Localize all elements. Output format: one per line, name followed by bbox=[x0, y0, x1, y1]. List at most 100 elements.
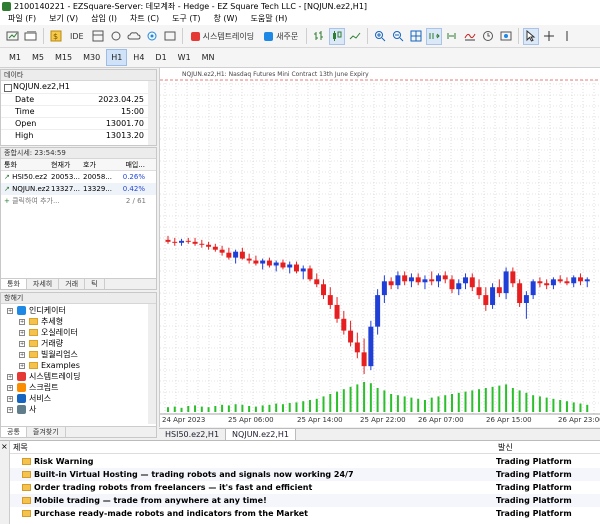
x-tick-label: 26 Apr 23:00 bbox=[558, 416, 600, 424]
new-order-button[interactable]: 새주문 bbox=[260, 28, 302, 45]
profiles-icon[interactable] bbox=[23, 28, 39, 45]
candle-body bbox=[260, 260, 266, 264]
col-symbol[interactable]: 통화 bbox=[1, 159, 51, 170]
periods-icon[interactable] bbox=[480, 28, 496, 45]
autotrading-icon bbox=[190, 31, 200, 41]
navigator-item[interactable]: + Examples bbox=[1, 360, 149, 371]
ide-button[interactable]: IDE bbox=[66, 28, 88, 45]
navigator-item[interactable]: + 인디케이터 bbox=[1, 305, 149, 316]
col-bid[interactable]: 현재가 bbox=[51, 159, 83, 170]
auto-scroll-icon[interactable] bbox=[426, 27, 443, 45]
cursor-icon[interactable] bbox=[523, 27, 540, 45]
expand-icon[interactable]: + bbox=[7, 308, 13, 314]
navigator-item[interactable]: + 오실레이터 bbox=[1, 327, 149, 338]
line-chart-icon[interactable] bbox=[347, 28, 363, 45]
chart-tab-hsi50[interactable]: HSI50.ez2,H1 bbox=[159, 429, 227, 440]
tab-symbols[interactable]: 통화 bbox=[1, 279, 27, 289]
menu-charts[interactable]: 차트 (C) bbox=[125, 13, 167, 24]
tf-d1[interactable]: D1 bbox=[150, 49, 171, 66]
vertical-line-icon[interactable] bbox=[559, 28, 575, 45]
crosshair-icon[interactable] bbox=[541, 28, 557, 45]
expand-icon[interactable]: + bbox=[19, 363, 25, 369]
chart-tab-nqjun[interactable]: NQJUN.ez2,H1 bbox=[226, 429, 296, 440]
navigator-item-label: 시스템트레이딩 bbox=[29, 372, 81, 381]
app-icon bbox=[2, 1, 11, 11]
menu-tools[interactable]: 도구 (T) bbox=[167, 13, 208, 24]
market-watch-icon[interactable]: $ bbox=[48, 28, 64, 45]
navigator-item[interactable]: + 거래량 bbox=[1, 338, 149, 349]
cloud-icon[interactable] bbox=[126, 28, 142, 45]
col-change[interactable]: 매입... bbox=[115, 159, 145, 170]
zoom-out-icon[interactable] bbox=[390, 28, 406, 45]
navigator-item[interactable]: + 서비스 bbox=[1, 393, 149, 404]
table-row[interactable]: ↗ HSI50.ez2 20053... 20058... 0.26% bbox=[1, 171, 156, 183]
tab-trading[interactable]: 거래 bbox=[59, 279, 86, 289]
news-row[interactable]: Risk Warning Trading Platform bbox=[10, 455, 600, 468]
expand-icon[interactable]: + bbox=[19, 330, 25, 336]
navigator-item[interactable]: + 스크립트 bbox=[1, 382, 149, 393]
menu-view[interactable]: 보기 (V) bbox=[44, 13, 86, 24]
tile-windows-icon[interactable] bbox=[408, 28, 424, 45]
expand-icon[interactable]: + bbox=[7, 374, 13, 380]
volume-bar bbox=[403, 396, 406, 412]
expand-icon[interactable]: + bbox=[19, 352, 25, 358]
tf-m30[interactable]: M30 bbox=[78, 49, 105, 66]
tf-h1[interactable]: H1 bbox=[106, 49, 128, 66]
tab-details[interactable]: 자세히 bbox=[27, 279, 60, 289]
autotrading-button[interactable]: 시스템트레이딩 bbox=[187, 28, 259, 45]
candle-body bbox=[415, 277, 421, 283]
tf-m5[interactable]: M5 bbox=[27, 49, 49, 66]
expand-icon[interactable]: + bbox=[7, 396, 13, 402]
menu-file[interactable]: 파일 (F) bbox=[3, 13, 44, 24]
tf-m15[interactable]: M15 bbox=[50, 49, 77, 66]
chart-area[interactable]: 24 Apr 2023 25 Apr 06:00 25 Apr 14:00 25 Ap… bbox=[159, 68, 600, 427]
volume-bar bbox=[586, 404, 589, 412]
menu-help[interactable]: 도움말 (H) bbox=[246, 13, 296, 24]
news-row[interactable]: Built-in Virtual Hosting — trading robot… bbox=[10, 468, 600, 481]
tf-w1[interactable]: W1 bbox=[173, 49, 196, 66]
news-row[interactable]: Order trading robots from freelancers — … bbox=[10, 481, 600, 494]
table-row[interactable]: ↗ NQJUN.ez2 13327... 13329... 0.42% bbox=[1, 183, 156, 195]
navigator-item[interactable]: + 빌월리엄스 bbox=[1, 349, 149, 360]
tab-ticks[interactable]: 틱 bbox=[85, 279, 105, 289]
add-symbol-row[interactable]: + 클릭하여 추가... 2 / 61 bbox=[1, 195, 156, 207]
new-chart-icon[interactable] bbox=[5, 28, 21, 45]
expand-icon[interactable]: + bbox=[19, 319, 25, 325]
bar-chart-icon[interactable] bbox=[311, 28, 327, 45]
close-icon[interactable]: × bbox=[1, 442, 8, 451]
menu-window[interactable]: 창 (W) bbox=[208, 13, 245, 24]
navigator-item[interactable]: + 추세형 bbox=[1, 316, 149, 327]
col-source[interactable]: 발신 bbox=[494, 441, 513, 453]
terminal-icon[interactable] bbox=[162, 28, 178, 45]
col-ask[interactable]: 호가 bbox=[83, 159, 115, 170]
zoom-in-icon[interactable] bbox=[372, 28, 388, 45]
signals-icon[interactable] bbox=[144, 28, 160, 45]
candle-body bbox=[266, 260, 272, 266]
data-window-icon[interactable] bbox=[108, 28, 124, 45]
indicators-icon[interactable] bbox=[462, 28, 478, 45]
tf-h4[interactable]: H4 bbox=[128, 49, 149, 66]
navigator-scrollbar[interactable] bbox=[148, 304, 156, 424]
price-chart[interactable]: 24 Apr 2023 25 Apr 06:00 25 Apr 14:00 25 Ap… bbox=[160, 68, 600, 427]
menu-bar: 파일 (F) 보기 (V) 삽입 (I) 차트 (C) 도구 (T) 창 (W)… bbox=[0, 12, 600, 25]
menu-insert[interactable]: 삽입 (I) bbox=[86, 13, 125, 24]
data-window-scrollbar[interactable] bbox=[148, 81, 156, 145]
expand-icon[interactable]: + bbox=[19, 341, 25, 347]
news-subject: Mobile trading — trade from anywhere at … bbox=[34, 496, 267, 505]
volume-bar bbox=[457, 392, 460, 412]
expand-icon[interactable]: + bbox=[7, 407, 13, 413]
navigator-item[interactable]: + 사 bbox=[1, 404, 149, 415]
expand-icon[interactable]: + bbox=[7, 385, 13, 391]
news-row[interactable]: Purchase ready-made robots and indicator… bbox=[10, 507, 600, 520]
candlestick-icon[interactable] bbox=[329, 27, 346, 45]
templates-icon[interactable] bbox=[498, 28, 514, 45]
tf-m1[interactable]: M1 bbox=[4, 49, 26, 66]
col-subject[interactable]: 제목 bbox=[10, 441, 494, 453]
tf-mn[interactable]: MN bbox=[197, 49, 220, 66]
tab-common[interactable]: 공통 bbox=[1, 427, 27, 437]
chart-shift-icon[interactable] bbox=[444, 28, 460, 45]
navigator-item[interactable]: + 시스템트레이딩 bbox=[1, 371, 149, 382]
navigator-icon[interactable] bbox=[90, 28, 106, 45]
tab-favorites[interactable]: 즐겨찾기 bbox=[27, 427, 66, 437]
news-row[interactable]: Mobile trading — trade from anywhere at … bbox=[10, 494, 600, 507]
